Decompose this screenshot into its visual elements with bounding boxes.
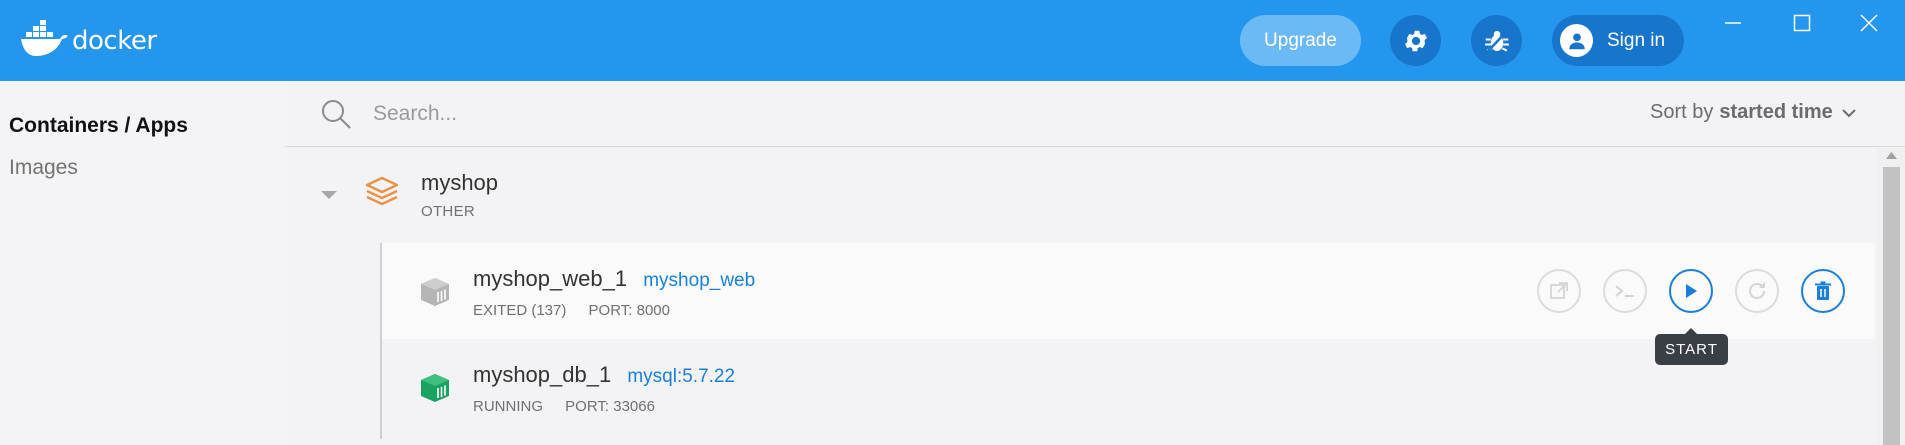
restart-icon (1749, 282, 1765, 299)
restart-button[interactable] (1735, 269, 1779, 313)
container-status: RUNNING PORT: 33066 (473, 398, 655, 415)
docker-logo-text: docker (72, 26, 157, 56)
sort-dropdown[interactable]: Sort by started time (1650, 101, 1905, 124)
maximize-button[interactable] (1779, 8, 1825, 38)
search-input[interactable] (373, 97, 1273, 131)
chevron-down-icon (1842, 108, 1856, 117)
cli-button[interactable] (1603, 269, 1647, 313)
docker-logo: docker (20, 20, 157, 58)
start-tooltip: START (1655, 328, 1728, 365)
terminal-icon (1615, 285, 1634, 297)
caret-down-icon[interactable] (320, 190, 338, 200)
container-port: PORT: 8000 (588, 302, 670, 319)
stack-layers-icon (365, 176, 399, 206)
container-name: myshop_db_1 mysql:5.7.22 (473, 362, 735, 388)
trash-icon (1815, 281, 1831, 300)
sidebar-item-images[interactable]: Images (9, 156, 78, 180)
sign-in-button[interactable]: Sign in (1552, 15, 1684, 66)
minimize-icon (1725, 22, 1741, 24)
user-avatar-icon (1560, 24, 1593, 57)
search-icon (322, 100, 351, 129)
bug-icon (1484, 29, 1509, 53)
start-button[interactable] (1669, 269, 1713, 313)
container-stopped-icon (421, 278, 449, 306)
container-state: RUNNING (473, 398, 543, 415)
app-group-name: myshop (421, 170, 499, 195)
settings-button[interactable] (1390, 15, 1441, 66)
container-state: EXITED (137) (473, 302, 567, 319)
container-status: EXITED (137) PORT: 8000 (473, 302, 670, 319)
delete-button[interactable] (1801, 269, 1845, 313)
open-in-browser-icon (1550, 282, 1568, 299)
container-name: myshop_web_1 myshop_web (473, 266, 755, 292)
container-name-text: myshop_db_1 (473, 362, 612, 387)
gear-icon (1404, 30, 1427, 51)
sort-prefix: Sort by (1650, 101, 1714, 123)
container-port: PORT: 33066 (565, 398, 655, 415)
search-bar: Sort by started time (285, 81, 1905, 147)
top-bar: docker Upgrade Sign in (0, 0, 1905, 81)
maximize-icon (1793, 14, 1811, 32)
main-panel: Sort by started time myshop OTHER (285, 81, 1905, 445)
app-group-row[interactable]: myshop OTHER (285, 148, 1875, 223)
docker-whale-icon (21, 20, 68, 56)
close-window-button[interactable] (1846, 8, 1892, 38)
scrollbar-thumb[interactable] (1883, 167, 1900, 445)
sidebar: Containers / Apps Images (0, 81, 285, 445)
container-running-icon (421, 374, 449, 402)
sidebar-item-containers-apps[interactable]: Containers / Apps (9, 114, 188, 138)
container-image-link[interactable]: mysql:5.7.22 (627, 366, 735, 387)
vertical-scrollbar[interactable] (1878, 148, 1905, 445)
upgrade-button[interactable]: Upgrade (1240, 15, 1361, 66)
container-row[interactable]: myshop_db_1 mysql:5.7.22 RUNNING PORT: 3… (382, 339, 1875, 435)
container-name-text: myshop_web_1 (473, 266, 628, 291)
close-icon (1860, 14, 1878, 32)
minimize-button[interactable] (1710, 8, 1756, 38)
troubleshoot-button[interactable] (1471, 15, 1522, 66)
scroll-up-arrow-icon[interactable] (1885, 151, 1898, 160)
app-group-type: OTHER (421, 203, 475, 220)
container-row[interactable]: myshop_web_1 myshop_web EXITED (137) POR… (382, 243, 1875, 339)
sort-value: started time (1719, 101, 1833, 123)
container-image-link[interactable]: myshop_web (643, 270, 755, 291)
sign-in-label: Sign in (1607, 29, 1666, 51)
play-icon (1686, 284, 1697, 298)
open-in-browser-button[interactable] (1537, 269, 1581, 313)
